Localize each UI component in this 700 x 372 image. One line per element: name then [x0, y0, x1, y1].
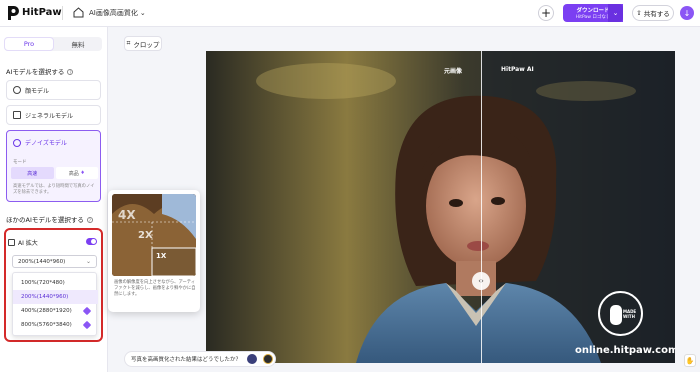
gem-icon	[82, 320, 92, 330]
ai-upscale-label: AI 拡大	[18, 239, 38, 247]
enhanced-label: HitPaw AI	[501, 66, 534, 73]
hand-icon[interactable]: ✋	[684, 354, 696, 367]
gem-icon: ♦	[80, 170, 85, 176]
plan-tabs: Pro 無料	[4, 37, 102, 51]
breadcrumb[interactable]: AI画像高画質化 ⌄	[89, 8, 146, 18]
plus-icon: +	[540, 6, 552, 20]
model-section-label: AIモデルを選択する?	[6, 66, 74, 76]
option-label: 800%(5760*3840)	[21, 322, 72, 328]
option-label: 200%(1440*960)	[21, 294, 69, 300]
tooltip-description: 画像の解像度を向上させながら、アーティファクトを減らし、画像をより鮮やかに自然に…	[114, 280, 196, 297]
mode-quality-label: 高品	[68, 170, 79, 177]
home-icon[interactable]	[73, 7, 84, 18]
made-with-badge: MADE WITH	[598, 291, 643, 336]
upscale-size-select[interactable]: 200%(1440*960) ⌄	[12, 255, 97, 268]
upscale-preview-image: 4X 2X 1X	[112, 194, 196, 276]
upscale-size-dropdown: 100%(720*480) 200%(1440*960) 400%(2880*1…	[12, 272, 98, 336]
mode-description: 高速モデルでは、より短時間で写真のノイズを除去できます。	[13, 184, 95, 195]
model-denoise[interactable]: デノイズモデル モード 高速 高品 ♦ 高速モデルでは、より短時間で写真のノイズ…	[6, 130, 101, 202]
download-options-button[interactable]: ⌄	[608, 4, 623, 22]
upscale-option-100[interactable]: 100%(720*480)	[13, 276, 98, 290]
upscale-option-400[interactable]: 400%(2880*1920)	[13, 304, 98, 318]
upscale-tooltip: 4X 2X 1X 画像の解像度を向上させながら、アーティファクトを減らし、画像を…	[108, 190, 200, 312]
breadcrumb-label: AI画像高画質化	[89, 9, 138, 17]
model-general[interactable]: ジェネラルモデル	[6, 105, 101, 125]
compare-handle[interactable]: ‹›	[472, 272, 490, 290]
info-icon[interactable]: ?	[67, 69, 74, 75]
add-button[interactable]: +	[538, 5, 554, 21]
model-section-text: AIモデルを選択する	[6, 68, 65, 76]
tab-free[interactable]: 無料	[54, 37, 102, 51]
zoom-2x-label: 2X	[138, 230, 153, 241]
chevron-down-icon: ⌄	[85, 258, 91, 265]
upscale-option-200[interactable]: 200%(1440*960)	[13, 290, 98, 304]
denoise-icon	[13, 138, 21, 147]
original-label: 元画像	[444, 68, 463, 75]
hitpaw-logo-icon	[610, 305, 622, 325]
gem-icon	[82, 306, 92, 316]
image-icon	[13, 111, 21, 119]
download-arrow-icon: ↓	[683, 8, 691, 18]
crop-label: クロップ	[133, 40, 160, 49]
face-icon	[13, 86, 21, 94]
compare-divider[interactable]	[481, 51, 482, 363]
watermark-url: online.hitpaw.com	[575, 345, 675, 356]
denoise-label: デノイズモデル	[25, 140, 67, 147]
zoom-1x-label: 1X	[156, 252, 167, 260]
share-icon: ⇪	[636, 9, 642, 17]
other-model-text: ほかのAIモデルを選択する	[6, 216, 84, 224]
denoise-title: デノイズモデル	[13, 138, 67, 147]
ai-upscale-toggle[interactable]	[86, 238, 97, 245]
upscale-selected-value: 200%(1440*960)	[18, 258, 66, 265]
image-compare-view[interactable]: 元画像 HitPaw AI ‹› MADE WITH online.hitpaw…	[206, 51, 675, 363]
feedback-bad-icon[interactable]	[247, 354, 258, 364]
other-model-label: ほかのAIモデルを選択する?	[6, 214, 93, 224]
architecture-thumbnail	[112, 194, 196, 276]
drag-arrows-icon: ‹›	[478, 277, 484, 285]
chevron-down-icon: ⌄	[612, 9, 619, 17]
crop-icon: ⌗	[126, 39, 131, 47]
option-label: 400%(2880*1920)	[21, 308, 72, 314]
hitpaw-logo-icon[interactable]	[6, 5, 20, 21]
model-face-label: 顔モデル	[25, 87, 50, 95]
mode-toggle: 高速 高品 ♦	[11, 167, 98, 179]
ai-upscale-row: AI 拡大	[8, 236, 98, 248]
upscale-option-800[interactable]: 800%(5760*3840)	[13, 318, 98, 332]
upscale-icon	[8, 238, 15, 246]
divider	[62, 6, 63, 20]
chevron-down-icon: ⌄	[139, 9, 146, 17]
logo-text[interactable]: HitPaw	[22, 7, 62, 18]
feedback-good-icon[interactable]	[263, 354, 274, 364]
top-bar: HitPaw AI画像高画質化 ⌄ + ダウンロード HitPaw ロゴなし ⌄ …	[0, 0, 700, 27]
zoom-4x-label: 4X	[118, 208, 136, 222]
model-face[interactable]: 顔モデル	[6, 80, 101, 100]
mode-fast-button[interactable]: 高速	[11, 167, 54, 179]
model-general-label: ジェネラルモデル	[25, 112, 74, 120]
user-avatar[interactable]: ↓	[680, 6, 694, 20]
share-button[interactable]: ⇪ 共有する	[632, 5, 674, 21]
feedback-bar: 写真を高画質化された結果はどうでしたか？	[124, 351, 276, 367]
crop-button[interactable]: ⌗ クロップ	[124, 36, 162, 51]
info-icon[interactable]: ?	[86, 217, 93, 223]
made-with-text: MADE WITH	[623, 309, 637, 319]
option-label: 100%(720*480)	[21, 280, 65, 286]
share-label: 共有する	[643, 10, 670, 18]
tab-pro[interactable]: Pro	[4, 37, 54, 51]
mode-quality-button[interactable]: 高品 ♦	[55, 167, 98, 179]
mode-label: モード	[13, 160, 27, 165]
feedback-question: 写真を高画質化された結果はどうでしたか？	[131, 357, 242, 363]
